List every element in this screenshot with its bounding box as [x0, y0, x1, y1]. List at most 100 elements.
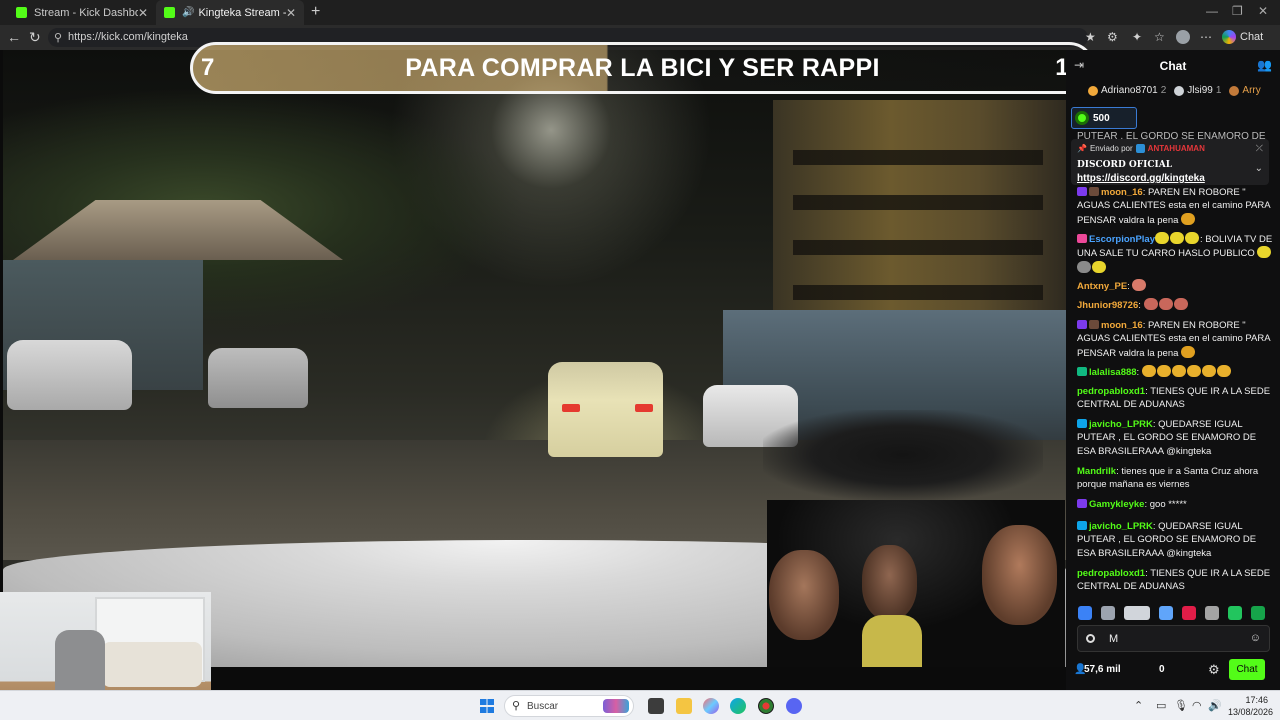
profile-avatar[interactable] [1176, 30, 1190, 44]
extension-icon[interactable]: ⚙ [1107, 30, 1118, 44]
bookmark-star-icon[interactable]: ★ [1085, 30, 1096, 44]
emote-icon[interactable] [1182, 606, 1196, 620]
tab-kingteka-stream[interactable]: 🔊 Kingteka Stream - Watch Live ✕ [156, 0, 304, 25]
emote-icon[interactable] [1159, 606, 1173, 620]
extensions-puzzle-icon[interactable]: ✦ [1132, 30, 1142, 44]
emote-icon [1155, 232, 1169, 244]
back-icon[interactable]: ← [7, 29, 21, 45]
chatters-icon[interactable]: 👥 [1257, 58, 1272, 72]
gifter-item[interactable]: Jlsi99 1 [1174, 85, 1221, 96]
kicks-counter[interactable]: 500 [1071, 107, 1137, 129]
network-icon[interactable]: ▭ [1156, 699, 1166, 712]
chat-username[interactable]: javicho_LPRK [1089, 521, 1153, 532]
volume-icon[interactable]: 🔊 [1208, 699, 1222, 712]
chat-username[interactable]: Mandrilk [1077, 466, 1116, 477]
url-text[interactable]: https://kick.com/kingteka [68, 31, 188, 43]
emote-icon [1132, 279, 1147, 291]
chrome-browser-icon[interactable] [758, 698, 774, 714]
chat-username[interactable]: lalalisa888 [1089, 367, 1137, 378]
speaker-icon[interactable]: 🔊 [182, 7, 194, 18]
person [982, 525, 1057, 625]
browser-chat-button[interactable]: Chat [1240, 31, 1263, 43]
emote-icon [1089, 187, 1099, 196]
close-tab-icon[interactable]: ✕ [138, 6, 148, 20]
new-tab-button[interactable]: + [311, 3, 320, 21]
emote-icon[interactable] [1205, 606, 1219, 620]
gifter-item[interactable]: Arry [1229, 85, 1261, 96]
chevron-down-icon[interactable]: ⌄ [1255, 163, 1263, 174]
reply-icon[interactable] [1086, 634, 1095, 643]
file-explorer-icon[interactable] [676, 698, 692, 714]
clock-date: 13/08/2026 [1228, 707, 1274, 717]
emote-icon [1257, 246, 1272, 259]
task-view-icon[interactable] [648, 698, 664, 714]
tab-kick-dashboard[interactable]: Stream - Kick Dashboard ✕ [8, 0, 156, 25]
points-count[interactable]: 0 [1159, 664, 1165, 675]
close-tab-icon[interactable]: ✕ [286, 6, 296, 20]
start-icon[interactable] [480, 699, 494, 713]
emote-icon[interactable] [1101, 606, 1115, 620]
chat-username[interactable]: Antxny_PE [1077, 281, 1127, 292]
emote-icon[interactable] [1124, 606, 1150, 620]
more-menu-icon[interactable]: ⋯ [1200, 30, 1212, 44]
chat-username[interactable]: Gamykleyke [1089, 499, 1144, 510]
gifter-item[interactable]: Adriano8701 2 [1088, 85, 1166, 96]
emote-icon[interactable] [1228, 606, 1242, 620]
emote-icon [1143, 298, 1158, 310]
chat-username[interactable]: javicho_LPRK [1089, 419, 1153, 430]
parked-car [7, 340, 132, 410]
goal-text: PARA COMPRAR LA BICI Y SER RAPPI [405, 54, 880, 82]
favorites-icon[interactable]: ☆ [1154, 30, 1165, 44]
wifi-icon[interactable]: ◠ [1192, 699, 1202, 712]
chat-username[interactable]: moon_16 [1101, 320, 1143, 331]
tail-light [562, 404, 580, 412]
sub-badge-icon [1077, 499, 1087, 508]
chat-username[interactable]: EscorpionPlay [1089, 234, 1155, 245]
clock-time: 17:46 [1245, 695, 1268, 705]
show-hidden-icons-icon[interactable]: ⌃ [1134, 699, 1143, 712]
edge-browser-icon[interactable] [730, 698, 746, 714]
microphone-icon[interactable]: 🎙 [1174, 699, 1188, 712]
emote-icon [1185, 232, 1199, 244]
minimize-icon[interactable]: — [1206, 4, 1218, 18]
maximize-icon[interactable]: ❐ [1232, 4, 1243, 18]
chat-title: Chat [1159, 59, 1187, 73]
emoji-picker-icon[interactable]: ☺ [1250, 632, 1261, 644]
person [862, 545, 917, 620]
goal-banner: 7 PARA COMPRAR LA BICI Y SER RAPPI 15 [190, 42, 1095, 94]
pinned-sender[interactable]: ANTAHUAMAN [1148, 144, 1205, 153]
kick-coin-icon [1075, 111, 1089, 125]
silver-medal-icon [1174, 85, 1185, 96]
system-clock[interactable]: 17:46 13/08/2026 [1228, 694, 1274, 718]
close-window-icon[interactable]: ✕ [1258, 4, 1268, 18]
chat-username[interactable]: moon_16 [1101, 187, 1143, 198]
moderator-badge-icon [1135, 144, 1145, 153]
unpin-icon[interactable]: ⤫ [1256, 143, 1263, 154]
gold-medal-icon [1088, 85, 1098, 96]
discord-link[interactable]: https://discord.gg/kingteka [1077, 173, 1205, 184]
sofa [102, 642, 202, 687]
pinned-message[interactable]: 📌 Enviado por ANTAHUAMAN ⤫ DISCORD OFICI… [1071, 139, 1269, 185]
copilot-app-icon[interactable] [703, 698, 719, 714]
reload-icon[interactable]: ↻ [29, 29, 41, 46]
emote-icon[interactable] [1251, 606, 1265, 620]
emote-icon[interactable] [1078, 606, 1092, 620]
emote-icon [1171, 365, 1186, 377]
chat-message: javicho_LPRK: QUEDARSE IGUAL PUTEAR , EL… [1077, 520, 1273, 560]
kick-favicon-icon [164, 7, 175, 18]
taskbar: ⚲ Buscar ⌃ ▭ 🎙 ◠ 🔊 17:46 13/08/2026 [0, 690, 1280, 720]
taskbar-search[interactable]: ⚲ Buscar [504, 695, 634, 717]
chat-input-value[interactable]: M [1109, 633, 1118, 645]
discord-app-icon[interactable] [786, 698, 802, 714]
chat-message-input[interactable]: M ☺ [1077, 625, 1270, 652]
site-info-icon[interactable]: ⚲ [54, 31, 62, 44]
chat-username[interactable]: Jhunior98726 [1077, 300, 1138, 311]
browser-tab-strip: Stream - Kick Dashboard ✕ 🔊 Kingteka Str… [0, 0, 1280, 25]
copilot-icon[interactable] [1222, 30, 1236, 44]
chat-message: Antxny_PE: [1077, 279, 1273, 293]
chat-settings-icon[interactable]: ⚙ [1208, 662, 1220, 678]
chat-username[interactable]: pedropabloxd1 [1077, 386, 1145, 397]
send-chat-button[interactable]: Chat [1229, 659, 1265, 680]
chat-username[interactable]: pedropabloxd1 [1077, 568, 1145, 579]
emote-icon [1170, 232, 1184, 244]
